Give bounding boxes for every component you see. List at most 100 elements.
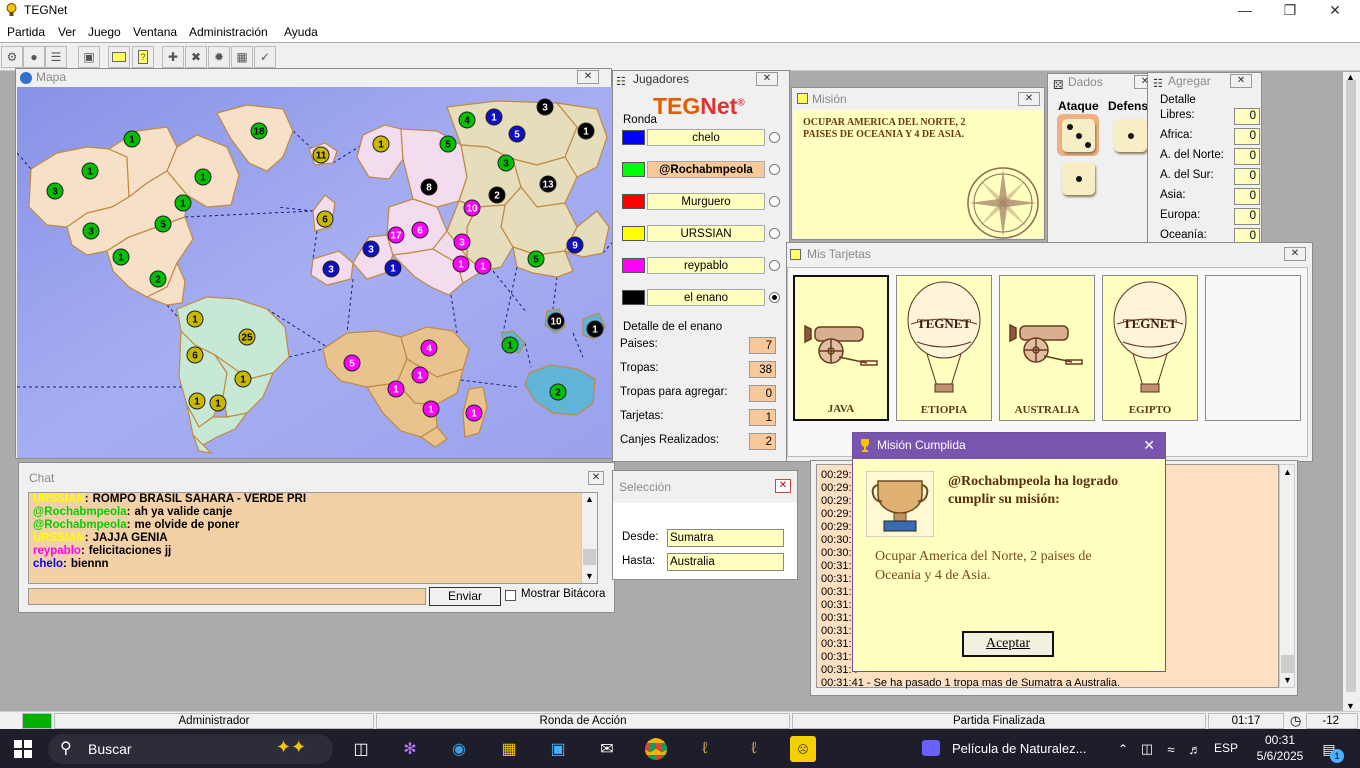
army-token[interactable]: 1 — [372, 135, 390, 153]
edge-icon[interactable]: ◉ — [446, 736, 472, 762]
card-java[interactable]: JAVA — [793, 275, 889, 421]
army-token[interactable]: 6 — [186, 346, 204, 364]
menu-administracion[interactable]: Administración — [189, 25, 268, 39]
task-view-icon[interactable]: ◫ — [348, 736, 374, 762]
scroll-down-icon[interactable]: ▼ — [585, 570, 594, 583]
menu-ayuda[interactable]: Ayuda — [284, 25, 318, 39]
army-token[interactable]: 25 — [238, 328, 256, 346]
player-row[interactable]: @Rochabmpeola — [622, 161, 782, 179]
player-radio[interactable] — [769, 132, 780, 143]
army-token[interactable]: 1 — [474, 257, 492, 275]
chat-log[interactable]: URSSIAN: ROMPO BRASIL SAHARA - VERDE PRI @… — [28, 492, 598, 584]
bitacora-checkbox[interactable] — [505, 590, 516, 601]
army-token[interactable]: 1 — [387, 380, 405, 398]
player-row[interactable]: Murguero — [622, 193, 782, 211]
army-token[interactable]: 10 — [463, 199, 481, 217]
army-token[interactable]: 2 — [149, 270, 167, 288]
army-token[interactable]: 6 — [411, 221, 429, 239]
army-token[interactable]: 9 — [566, 236, 584, 254]
army-token[interactable]: 1 — [186, 310, 204, 328]
scroll-thumb[interactable] — [1281, 655, 1294, 673]
army-token[interactable]: 1 — [411, 366, 429, 384]
player-row[interactable]: reypablo — [622, 257, 782, 275]
selection-close-button[interactable]: ✕ — [775, 479, 791, 493]
chat-scrollbar[interactable]: ▲ ▼ — [581, 493, 597, 583]
tray-chevron-icon[interactable]: ⌃ — [1110, 736, 1136, 762]
language-indicator[interactable]: ESP — [1214, 741, 1238, 755]
army-token[interactable]: 1 — [112, 248, 130, 266]
wifi-icon[interactable]: ≈ — [1158, 736, 1184, 762]
maximize-button[interactable]: ❐ — [1275, 2, 1305, 19]
menu-ventana[interactable]: Ventana — [133, 25, 177, 39]
army-token[interactable]: 5 — [508, 125, 526, 143]
question-card-icon[interactable]: ? — [132, 46, 154, 68]
taskbar-clock[interactable]: 00:31 5/6/2025 — [1250, 732, 1310, 764]
menu-ver[interactable]: Ver — [58, 25, 76, 39]
scroll-thumb[interactable] — [1346, 80, 1356, 692]
player-row[interactable]: URSSIAN — [622, 225, 782, 243]
army-token[interactable]: 11 — [312, 146, 330, 164]
army-token[interactable]: 1 — [501, 336, 519, 354]
army-token[interactable]: 17 — [387, 226, 405, 244]
list-icon[interactable]: ☰ — [45, 46, 67, 68]
league-client-icon[interactable]: ℓ — [692, 736, 718, 762]
league-game-icon[interactable]: ℓ — [741, 736, 767, 762]
player-radio[interactable] — [769, 164, 780, 175]
accept-button[interactable]: Aceptar — [962, 631, 1054, 657]
close-button[interactable]: ✕ — [1320, 2, 1350, 19]
army-token[interactable]: 13 — [539, 175, 557, 193]
minimize-button[interactable]: — — [1230, 2, 1260, 18]
army-token[interactable]: 3 — [322, 260, 340, 278]
mission-close-button[interactable]: ✕ — [1018, 92, 1040, 106]
windows-start-icon[interactable] — [10, 736, 36, 762]
card-egipto[interactable]: TEGNET EGIPTO — [1102, 275, 1198, 421]
file-explorer-icon[interactable]: ▦ — [496, 736, 522, 762]
army-token[interactable]: 5 — [343, 354, 361, 372]
scroll-thumb[interactable] — [583, 549, 596, 565]
army-token[interactable]: 2 — [549, 383, 567, 401]
scroll-up-icon[interactable]: ▲ — [585, 493, 594, 506]
army-token[interactable]: 3 — [536, 98, 554, 116]
menu-juego[interactable]: Juego — [88, 25, 121, 39]
chrome-icon[interactable] — [643, 736, 669, 762]
army-token[interactable]: 1 — [577, 122, 595, 140]
army-token[interactable]: 4 — [420, 339, 438, 357]
media-widget[interactable]: Película de Naturalez... — [918, 729, 1098, 768]
send-button[interactable]: Enviar — [429, 587, 501, 606]
world-map[interactable]: 11331251118125611 1116133117 684 1315532131… — [17, 87, 612, 458]
chat-close-button[interactable]: ✕ — [588, 471, 604, 485]
army-token[interactable]: 1 — [209, 394, 227, 412]
army-token[interactable]: 10 — [547, 312, 565, 330]
mail-icon[interactable]: ✉ — [594, 736, 620, 762]
connect-icon[interactable]: ⚙ — [1, 46, 23, 68]
army-token[interactable]: 18 — [250, 122, 268, 140]
army-token[interactable]: 3 — [82, 222, 100, 240]
save-icon[interactable]: ▣ — [78, 46, 100, 68]
player-row[interactable]: chelo — [622, 129, 782, 147]
card-icon[interactable] — [108, 46, 130, 68]
army-token[interactable]: 8 — [420, 178, 438, 196]
army-token[interactable]: 3 — [453, 233, 471, 251]
app-scrollbar[interactable]: ▲ ▼ — [1343, 72, 1360, 711]
cards-close-button[interactable]: ✕ — [1284, 247, 1306, 261]
army-token[interactable]: 1 — [188, 392, 206, 410]
player-radio[interactable] — [769, 196, 780, 207]
copilot-icon[interactable]: ✻ — [397, 736, 423, 762]
volume-icon[interactable]: ♬ — [1182, 736, 1208, 762]
army-token[interactable]: 1 — [586, 320, 604, 338]
army-token[interactable]: 1 — [194, 168, 212, 186]
army-token[interactable]: 3 — [46, 182, 64, 200]
menu-partida[interactable]: Partida — [7, 25, 45, 39]
scroll-up-icon[interactable]: ▲ — [1283, 467, 1292, 477]
dialog-close-button[interactable]: ✕ — [1143, 433, 1155, 458]
cards-icon[interactable]: ▦ — [231, 46, 253, 68]
army-token[interactable]: 3 — [362, 240, 380, 258]
player-radio[interactable] — [769, 292, 780, 303]
hasta-field[interactable]: Australia — [667, 553, 784, 571]
regroup-icon[interactable]: ✹ — [208, 46, 230, 68]
army-token[interactable]: 5 — [439, 135, 457, 153]
army-token[interactable]: 5 — [527, 250, 545, 268]
army-token[interactable]: 1 — [81, 162, 99, 180]
desde-field[interactable]: Sumatra — [667, 529, 784, 547]
taskbar-search[interactable]: ⚲ Buscar ✦✦ — [48, 734, 333, 764]
